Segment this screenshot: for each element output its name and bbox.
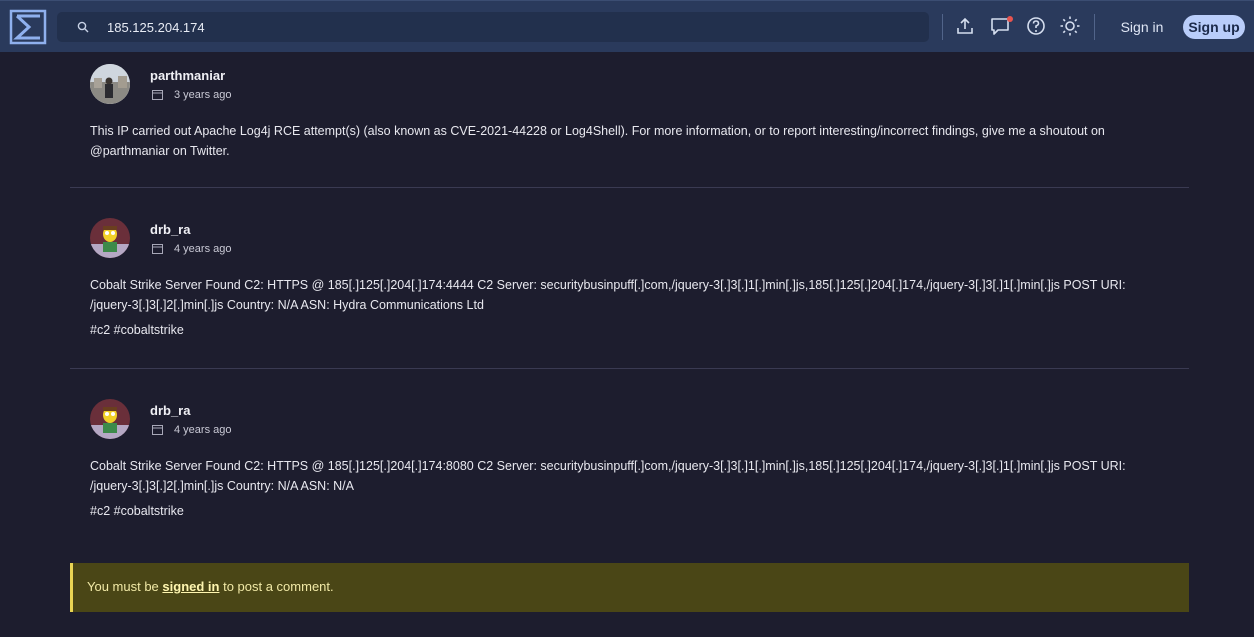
- comment-author[interactable]: drb_ra: [150, 403, 190, 418]
- comment-tags[interactable]: #c2 #cobaltstrike: [90, 323, 184, 337]
- signed-in-link[interactable]: signed in: [162, 579, 219, 594]
- theme-icon[interactable]: [1059, 15, 1081, 37]
- notice-text: You must be signed in to post a comment.: [87, 579, 334, 594]
- comment-body: Cobalt Strike Server Found C2: HTTPS @ 1…: [90, 278, 1126, 312]
- top-bar: Sign in Sign up: [0, 0, 1254, 52]
- avatar-image: [90, 64, 130, 104]
- comment-body: This IP carried out Apache Log4j RCE att…: [90, 124, 1105, 158]
- sign-in-notice: You must be signed in to post a comment.: [70, 563, 1189, 612]
- notice-suffix: to post a comment.: [219, 579, 334, 594]
- comment-timestamp: 4 years ago: [174, 424, 232, 436]
- sign-in-button[interactable]: Sign in: [1116, 17, 1168, 37]
- comment-author[interactable]: drb_ra: [150, 222, 190, 237]
- comment-body: Cobalt Strike Server Found C2: HTTPS @ 1…: [90, 459, 1126, 493]
- search-input[interactable]: [107, 12, 907, 42]
- calendar-icon: [152, 244, 163, 254]
- comment-divider: [70, 368, 1189, 369]
- comment-timestamp: 4 years ago: [174, 243, 232, 255]
- comment-divider: [70, 187, 1189, 188]
- help-icon[interactable]: [1025, 15, 1047, 37]
- toolbar-divider: [1094, 14, 1095, 40]
- comment-author[interactable]: parthmaniar: [150, 68, 225, 83]
- comment-tags[interactable]: #c2 #cobaltstrike: [90, 504, 184, 518]
- avatar[interactable]: [90, 64, 130, 104]
- toolbar-divider: [942, 14, 943, 40]
- avatar-image: [90, 399, 130, 439]
- upload-icon[interactable]: [954, 15, 976, 37]
- search-icon: [77, 21, 89, 33]
- notification-dot: [1007, 16, 1013, 22]
- search-bar: [57, 12, 929, 42]
- logo-icon[interactable]: [9, 9, 47, 45]
- sign-up-button[interactable]: Sign up: [1183, 15, 1245, 39]
- notice-prefix: You must be: [87, 579, 163, 594]
- avatar[interactable]: [90, 399, 130, 439]
- avatar[interactable]: [90, 218, 130, 258]
- comment-timestamp: 3 years ago: [174, 89, 232, 101]
- calendar-icon: [152, 425, 163, 435]
- calendar-icon: [152, 90, 163, 100]
- avatar-image: [90, 218, 130, 258]
